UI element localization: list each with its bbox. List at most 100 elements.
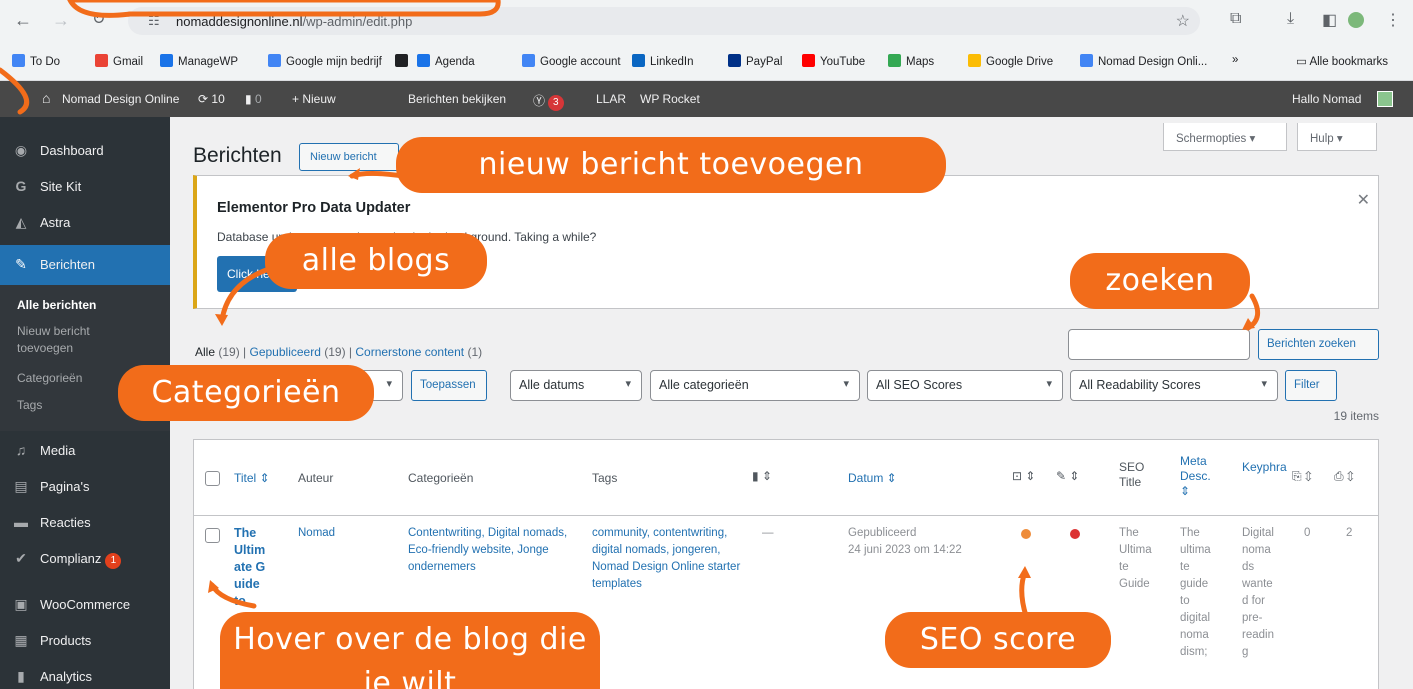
extensions-icon[interactable]: ⧉ xyxy=(1230,10,1241,28)
col-comments-icon[interactable]: ▮ ⇕ xyxy=(752,469,772,483)
sidebar-item-astra[interactable]: ◭ Astra xyxy=(0,205,170,241)
home-icon[interactable]: ⌂ xyxy=(42,90,50,106)
url-host: nomaddesignonline.nl xyxy=(176,14,303,29)
submenu-new-post[interactable]: Nieuw bericht toevoegen xyxy=(17,323,137,357)
post-tags[interactable]: community, contentwriting, digital nomad… xyxy=(592,525,742,593)
bookmark-item[interactable]: To Do xyxy=(12,54,60,68)
address-bar[interactable]: ☷ nomaddesignonline.nl/wp-admin/edit.php… xyxy=(128,7,1200,35)
post-title-link[interactable]: The Ultimate Guide to xyxy=(234,525,266,610)
dates-select[interactable]: Alle datums ▾ xyxy=(510,370,642,401)
avatar[interactable] xyxy=(1377,91,1393,107)
notice-title: Elementor Pro Data Updater xyxy=(217,200,411,216)
wp-rocket-link[interactable]: WP Rocket xyxy=(640,92,700,106)
view-all-count: (19) xyxy=(218,345,240,359)
view-cornerstone-link[interactable]: Cornerstone content xyxy=(355,345,464,359)
sidebar-item-analytics[interactable]: ▮ Analytics xyxy=(0,659,170,689)
search-input[interactable] xyxy=(1068,329,1250,360)
col-date[interactable]: Datum ⇕ xyxy=(848,471,897,485)
bookmark-item[interactable]: Google Drive xyxy=(968,54,1053,68)
sidebar-item-pages[interactable]: ▤ Pagina's xyxy=(0,469,170,505)
seo-score-select[interactable]: All SEO Scores ▾ xyxy=(867,370,1063,401)
yoast-link[interactable]: Ⓨ 3 xyxy=(533,92,564,111)
download-icon[interactable]: ⤓ xyxy=(1287,10,1294,28)
apply-button[interactable]: Toepassen xyxy=(411,370,487,401)
bookmark-item[interactable]: Google account xyxy=(522,54,621,68)
bookmark-item[interactable]: Gmail xyxy=(95,54,143,68)
bookmark-star-icon[interactable]: ☆ xyxy=(1176,11,1190,31)
bookmark-item[interactable]: Maps xyxy=(888,54,934,68)
sidebar-item-complianz[interactable]: ✔ Complianz 1 xyxy=(0,541,170,577)
bookmark-label: Google mijn bedrijf xyxy=(286,56,382,68)
readability-select[interactable]: All Readability Scores ▾ xyxy=(1070,370,1278,401)
new-post-button[interactable]: Nieuw bericht xyxy=(299,143,399,171)
submenu-categories[interactable]: Categorieën xyxy=(17,370,82,387)
filter-button[interactable]: Filter xyxy=(1285,370,1337,401)
bookmark-item[interactable]: Nomad Design Onli... xyxy=(1080,54,1207,68)
greeting-link[interactable]: Hallo Nomad xyxy=(1292,92,1361,106)
site-name-link[interactable]: Nomad Design Online xyxy=(62,92,179,106)
col-readability-icon[interactable]: ✎ ⇕ xyxy=(1056,469,1079,483)
row-checkbox[interactable] xyxy=(205,528,220,543)
bookmark-favicon-icon xyxy=(888,54,901,67)
bookmark-item[interactable]: Google mijn bedrijf xyxy=(268,54,382,68)
comment-bubble-icon: ▮ xyxy=(245,92,252,106)
view-published-count: (19) xyxy=(324,345,346,359)
submenu-all-posts[interactable]: Alle berichten xyxy=(17,297,96,314)
sidepanel-icon[interactable]: ◧ xyxy=(1322,10,1337,30)
post-author[interactable]: Nomad xyxy=(298,525,335,542)
view-all-link[interactable]: Alle xyxy=(195,345,215,359)
bookmark-favicon-icon xyxy=(802,54,815,67)
reload-icon[interactable]: ↻ xyxy=(92,9,105,31)
site-info-icon[interactable]: ☷ xyxy=(148,13,160,29)
col-linking-icon[interactable]: ⎙ ⇕ xyxy=(1334,469,1354,484)
col-keyphrase[interactable]: Keyphra xyxy=(1242,460,1287,474)
sidebar-item-dashboard[interactable]: ◉ Dashboard xyxy=(0,133,170,169)
post-linked-count: 0 xyxy=(1304,527,1311,539)
back-icon[interactable]: ← xyxy=(14,9,32,31)
seo-score-dot xyxy=(1021,529,1031,539)
select-all-checkbox[interactable] xyxy=(205,471,220,486)
sidebar-item-berichten[interactable]: ✎ Berichten xyxy=(0,245,170,285)
sidebar-item-comments[interactable]: ▬ Reacties xyxy=(0,505,170,541)
col-title[interactable]: Titel ⇕ xyxy=(234,471,270,485)
chevron-down-icon: ▾ xyxy=(1046,378,1052,390)
sidebar-item-woocommerce[interactable]: ▣ WooCommerce xyxy=(0,587,170,623)
yoast-badge: 3 xyxy=(548,95,564,111)
all-bookmarks-folder[interactable]: ▭ Alle bookmarks xyxy=(1296,54,1388,68)
bookmark-item[interactable]: Agenda xyxy=(417,54,475,68)
bookmark-item[interactable] xyxy=(395,54,413,68)
col-seo-score-icon[interactable]: ⊡ ⇕ xyxy=(1012,469,1035,483)
sidebar-item-products[interactable]: ▦ Products xyxy=(0,623,170,659)
col-linked-icon[interactable]: ⎘ ⇕ xyxy=(1292,469,1312,484)
bookmark-item[interactable]: LinkedIn xyxy=(632,54,693,68)
menu-icon[interactable]: ⋮ xyxy=(1385,10,1401,30)
bookmark-item[interactable]: YouTube xyxy=(802,54,865,68)
forward-icon[interactable]: → xyxy=(52,9,70,31)
sidebar-item-sitekit[interactable]: G Site Kit xyxy=(0,169,170,205)
yoast-icon: Ⓨ xyxy=(533,94,546,108)
llar-link[interactable]: LLAR xyxy=(596,92,626,106)
view-posts-link[interactable]: Berichten bekijken xyxy=(408,92,506,106)
profile-icon[interactable] xyxy=(1348,12,1364,28)
submenu-tags[interactable]: Tags xyxy=(17,397,42,414)
categories-select[interactable]: Alle categorieën ▾ xyxy=(650,370,860,401)
post-categories[interactable]: Contentwriting, Digital nomads, Eco-frie… xyxy=(408,525,573,576)
close-icon[interactable]: ✕ xyxy=(1357,190,1370,210)
media-icon: ♫ xyxy=(15,442,27,458)
sidebar-item-media[interactable]: ♫ Media xyxy=(0,433,170,469)
screen-options-button[interactable]: Schermopties ▾ xyxy=(1163,123,1287,151)
new-content-link[interactable]: + Nieuw xyxy=(292,92,336,106)
search-posts-button[interactable]: Berichten zoeken xyxy=(1258,329,1379,360)
updates-link[interactable]: ⟳ 10 xyxy=(198,92,225,106)
bookmark-favicon-icon xyxy=(395,54,408,67)
col-meta-desc[interactable]: Meta Desc. ⇕ xyxy=(1180,454,1218,499)
bookmark-item[interactable]: PayPal xyxy=(728,54,782,68)
bookmark-item[interactable]: ManageWP xyxy=(160,54,238,68)
more-bookmarks-button[interactable]: » xyxy=(1232,54,1238,66)
comments-link[interactable]: ▮ 0 xyxy=(245,92,262,106)
check-icon: ✔ xyxy=(15,550,27,566)
post-linking-count: 2 xyxy=(1346,527,1353,539)
view-published-link[interactable]: Gepubliceerd xyxy=(250,345,321,359)
bookmark-favicon-icon xyxy=(95,54,108,67)
help-button[interactable]: Hulp ▾ xyxy=(1297,123,1377,151)
